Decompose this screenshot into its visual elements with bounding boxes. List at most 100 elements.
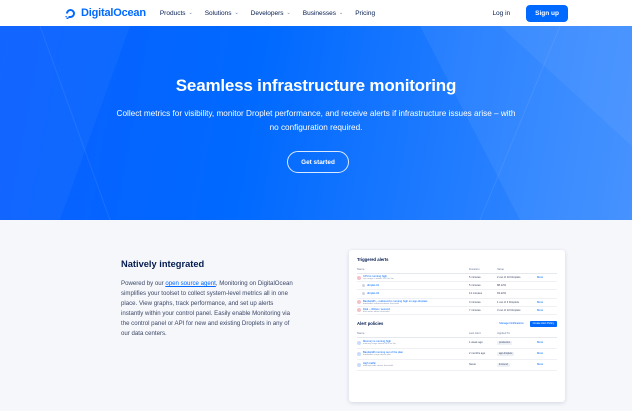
alert-value: 1 out of 3 Droplets [497,300,519,304]
feature-title: Natively integrated [121,259,205,269]
table-row[interactable]: Bandwidth running out of the plan bandwid… [357,349,557,360]
policy-name-cell: Bandwidth running out of the plan bandwid… [357,351,469,356]
alert-duration: 5 minutes [469,284,481,288]
column-header [537,331,557,335]
policy-tag: app-droplets [497,351,515,356]
table-row[interactable]: droplet-02 14 minutes 93.22% [357,290,557,299]
menu-solutions[interactable]: Solutions ⌄ [205,10,239,17]
column-header: Applied To [497,330,511,335]
policy-name-cell: High traffic inbound traffic above thresh… [357,362,469,367]
triggered-alerts-title: Triggered alerts [357,257,389,262]
policy-last-alert: 1 week ago [469,341,483,345]
policy-meta: memory usage above 80% for 5m [363,343,396,346]
create-alert-policy-button[interactable]: Create Alert Policy [529,320,557,327]
alert-name-wrap: Disk – Writes / second disk writes above … [363,308,390,313]
policy-icon [357,362,361,367]
feature-body-start: Powered by our [121,280,166,287]
open-source-agent-link[interactable]: open source agent [165,280,215,287]
hero-title: Seamless infrastructure monitoring [175,76,457,95]
alert-value: 93.22% [497,292,507,296]
column-header: Name [357,330,365,335]
table-row[interactable]: Disk – Writes / second disk writes above … [357,307,557,315]
policy-last-alert: Never [469,363,477,367]
droplet-icon [362,292,365,296]
policy-name-cell: Memory is running high memory usage above… [357,340,469,345]
nav-actions: Log in Sign up [492,4,568,22]
more-link[interactable]: More [537,363,557,366]
alert-policies-header-row: Alert policies Manage Notifications Crea… [357,320,557,327]
more-link[interactable]: More [537,352,557,355]
policy-applied-cell: frontend [497,362,537,367]
policy-tag: production [497,340,513,345]
menu-label: Solutions [204,9,232,17]
droplet-name[interactable]: droplet-02 [367,292,379,295]
menu-label: Developers [250,9,284,17]
menu-label: Products [159,9,186,17]
alert-name-cell: droplet-01 [357,284,469,288]
top-nav: DigitalOcean Products ⌄ Solutions ⌄ Develo… [0,0,632,26]
login-link[interactable]: Log in [492,10,510,17]
menu-label: Businesses [302,9,336,17]
alert-meta: bandwidth outbound above threshold [363,302,399,305]
policy-name-wrap: Memory is running high memory usage above… [363,340,396,345]
policy-meta: inbound traffic above threshold [363,365,393,368]
alert-name-wrap: CPU is running high cpu usage is above 70… [363,275,394,280]
alert-policies-actions: Manage Notifications Create Alert Policy [496,320,557,327]
policy-icon [357,340,361,345]
monitoring-mockup: Triggered alerts Name Duration Value CPU… [349,250,565,402]
policy-name-wrap: High traffic inbound traffic above thresh… [363,362,393,367]
menu-label: Pricing [355,9,376,17]
logo[interactable]: DigitalOcean [64,7,146,20]
column-header: Duration [469,267,480,271]
table-row[interactable]: High traffic inbound traffic above thresh… [357,360,557,371]
feature-body-end: , Monitoring on DigitalOcean simplifies … [121,280,293,337]
feature-body: Powered by our open source agent, Monito… [121,279,293,339]
alert-value: 88.12% [497,284,507,288]
table-row[interactable]: Bandwidth – outbound is running high on … [357,299,557,307]
alert-duration: 7 minutes [469,308,481,312]
droplet-name[interactable]: droplet-01 [367,284,379,287]
alert-duration: 14 minutes [469,292,483,296]
policy-meta: bandwidth usage above plan [363,354,391,357]
signup-button[interactable]: Sign up [526,4,568,22]
alert-meta: disk writes above threshold [363,310,390,313]
main-menu: Products ⌄ Solutions ⌄ Developers ⌄ Busines… [160,10,375,17]
triggered-alerts-header: Name Duration Value [357,267,557,274]
table-row[interactable]: Memory is running high memory usage above… [357,338,557,349]
alert-policies-table-header: Name Last Alert Applied To [357,331,557,338]
alert-policies-title: Alert policies [357,321,384,327]
table-row[interactable]: CPU is running high cpu usage is above 70… [357,274,557,283]
more-link[interactable]: More [537,276,557,279]
alert-meta: cpu usage is above 70% for 5m [363,278,394,281]
chevron-down-icon: ⌄ [188,10,193,16]
more-link[interactable]: More [537,301,557,304]
chevron-down-icon: ⌄ [286,10,291,16]
column-header: Last Alert [469,330,481,335]
logo-text: DigitalOcean [81,7,146,19]
table-row[interactable]: droplet-01 5 minutes 88.12% [357,282,557,291]
alert-name-cell: Bandwidth – outbound is running high on … [357,300,469,305]
policy-icon [357,351,361,356]
alert-icon [357,275,361,280]
policy-applied-cell: production [497,340,537,345]
more-link[interactable]: More [537,309,557,312]
menu-businesses[interactable]: Businesses ⌄ [303,10,343,17]
more-link[interactable]: More [537,341,557,344]
menu-products[interactable]: Products ⌄ [160,10,193,17]
menu-pricing[interactable]: Pricing [355,10,375,17]
alert-duration: 5 minutes [469,276,481,280]
alert-icon [357,300,361,305]
policy-last-alert: 2 months ago [469,352,486,356]
column-header: Name [357,267,365,271]
alert-name-cell: droplet-02 [357,292,469,296]
digitalocean-logo-icon [65,8,75,19]
column-header: Value [497,267,504,271]
alert-value: 2 out of 10 Droplets [497,276,521,280]
policy-applied-cell: app-droplets [497,351,537,356]
column-header [537,267,557,271]
get-started-button[interactable]: Get started [287,151,349,173]
feature-section: Natively integrated Powered by our open … [0,220,632,411]
menu-developers[interactable]: Developers ⌄ [251,10,291,17]
manage-notifications-button[interactable]: Manage Notifications [496,321,526,327]
alert-icon [357,308,361,313]
